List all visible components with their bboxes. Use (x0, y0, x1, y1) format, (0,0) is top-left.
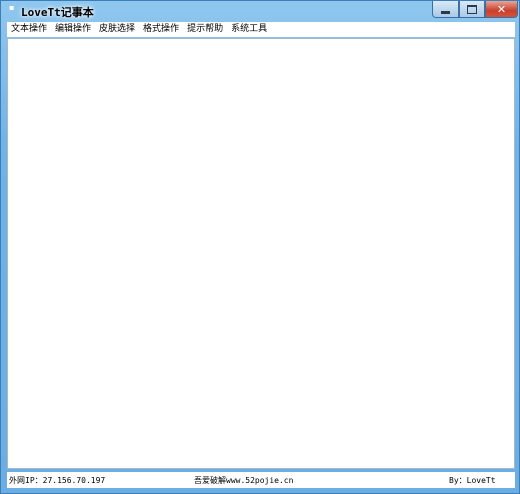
minimize-button[interactable] (432, 1, 459, 18)
external-ip-label: 外网IP：27.156.70.197 (9, 476, 106, 485)
close-icon: ✕ (496, 2, 507, 16)
author-label: By：LoveTt (449, 476, 496, 485)
title-bar[interactable]: ▪ LoveTt记事本 ✕ (1, 1, 519, 22)
status-bar: 外网IP：27.156.70.197 吾爱破解www.52pojie.cn By… (7, 472, 515, 488)
maximize-icon (467, 4, 477, 14)
menu-bar: 文本操作 编辑操作 皮肤选择 格式操作 提示帮助 系统工具 (7, 22, 515, 37)
menu-edit-operations[interactable]: 编辑操作 (51, 22, 95, 37)
minimize-icon (441, 10, 450, 14)
app-icon: ▪ (9, 3, 15, 12)
menu-skin-select[interactable]: 皮肤选择 (95, 22, 139, 37)
site-label: 吾爱破解www.52pojie.cn (194, 476, 294, 485)
close-button[interactable]: ✕ (485, 1, 518, 18)
maximize-button[interactable] (459, 1, 485, 18)
app-window: ▪ LoveTt记事本 ✕ 文本操作 编辑操作 皮肤选择 格式操作 提示帮助 系… (0, 0, 520, 494)
text-editor-area[interactable] (7, 38, 515, 469)
menu-text-operations[interactable]: 文本操作 (7, 22, 51, 37)
menu-system-tools[interactable]: 系统工具 (227, 22, 271, 37)
menu-help[interactable]: 提示帮助 (183, 22, 227, 37)
menu-format-operations[interactable]: 格式操作 (139, 22, 183, 37)
window-title: LoveTt记事本 (21, 6, 94, 19)
